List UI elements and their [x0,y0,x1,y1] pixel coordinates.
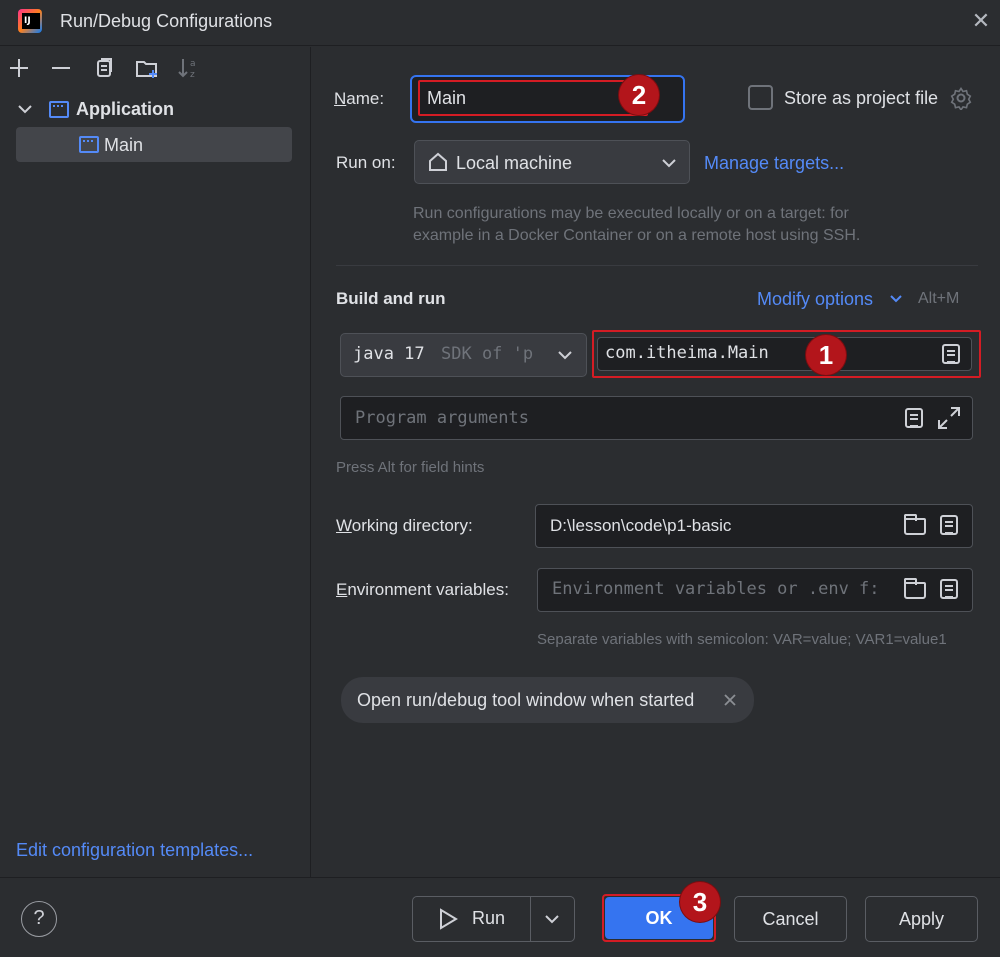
run-on-label: Run on: [336,153,396,172]
annotation-badge-1: 1 [806,335,846,375]
svg-text:z: z [190,70,195,80]
new-folder-icon[interactable] [134,55,160,81]
home-icon [427,151,449,173]
field-hint: Press Alt for field hints [336,459,485,476]
copy-icon[interactable] [91,55,117,81]
chevron-down-icon [659,153,679,173]
application-icon [79,136,99,153]
option-chip-label: Open run/debug tool window when started [357,690,695,710]
store-as-project-label: Store as project file [784,88,939,108]
run-on-hint-line2: example in a Docker Container or on a re… [413,227,861,244]
chevron-down-icon[interactable] [16,98,34,120]
working-directory-label: Working directory: [336,516,473,535]
annotation-badge-3: 3 [680,882,720,922]
macro-list-icon[interactable] [905,408,923,428]
section-divider [336,265,978,266]
help-button[interactable]: ? [21,901,57,937]
chevron-down-icon[interactable] [887,290,905,308]
run-on-value: Local machine [456,153,573,173]
window-title: Run/Debug Configurations [60,11,273,31]
tree-item-main[interactable] [16,127,292,162]
split-divider [530,897,531,941]
manage-targets-link[interactable]: Manage targets... [704,153,844,174]
environment-variables-label: Environment variables: [336,580,509,599]
expand-icon[interactable] [936,405,962,431]
name-label: Name: [334,89,385,108]
jdk-version: java 17 [353,344,425,364]
annotation-badge-2: 2 [619,75,659,115]
chevron-down-icon [555,345,575,365]
macro-list-icon[interactable] [940,515,958,535]
remove-icon[interactable] [48,55,74,81]
edit-templates-link[interactable]: Edit configuration templates... [16,840,253,861]
intellij-logo-icon [18,9,42,33]
program-arguments-placeholder: Program arguments [355,408,529,428]
close-icon[interactable]: ✕ [968,8,994,34]
folder-icon[interactable] [904,514,926,535]
main-class-value[interactable]: com.itheima.Main [605,343,769,363]
tree-group-application[interactable]: Application [76,99,174,120]
environment-variables-placeholder: Environment variables or .env f: [552,579,880,599]
svg-text:a: a [190,59,196,69]
application-icon [49,101,69,118]
tree-item-label: Main [104,135,144,155]
working-directory-value[interactable]: D:\lesson\code\p1-basic [550,516,731,536]
folder-icon[interactable] [904,578,926,599]
store-as-project-checkbox[interactable] [748,85,773,110]
cancel-button[interactable]: Cancel [734,896,847,942]
chevron-down-icon[interactable] [542,909,562,929]
apply-button[interactable]: Apply [865,896,978,942]
configurations-sidebar [0,47,311,877]
browse-list-icon[interactable] [942,344,960,364]
sort-icon: az [176,55,202,81]
modify-options-shortcut: Alt+M [918,290,960,307]
build-and-run-title: Build and run [336,289,446,308]
name-input-value[interactable]: Main [427,88,466,109]
add-icon[interactable] [6,55,32,81]
title-bar: Run/Debug Configurations ✕ [0,0,1000,46]
run-on-hint-line1: Run configurations may be executed local… [413,205,849,222]
macro-list-icon[interactable] [940,579,958,599]
close-icon[interactable] [721,691,739,709]
run-button-label: Run [472,908,506,928]
environment-variables-hint: Separate variables with semicolon: VAR=v… [537,631,947,648]
gear-icon[interactable] [949,86,973,112]
modify-options-link[interactable]: Modify options [757,289,873,310]
play-icon [437,907,459,931]
jdk-description: SDK of 'p [441,344,534,364]
